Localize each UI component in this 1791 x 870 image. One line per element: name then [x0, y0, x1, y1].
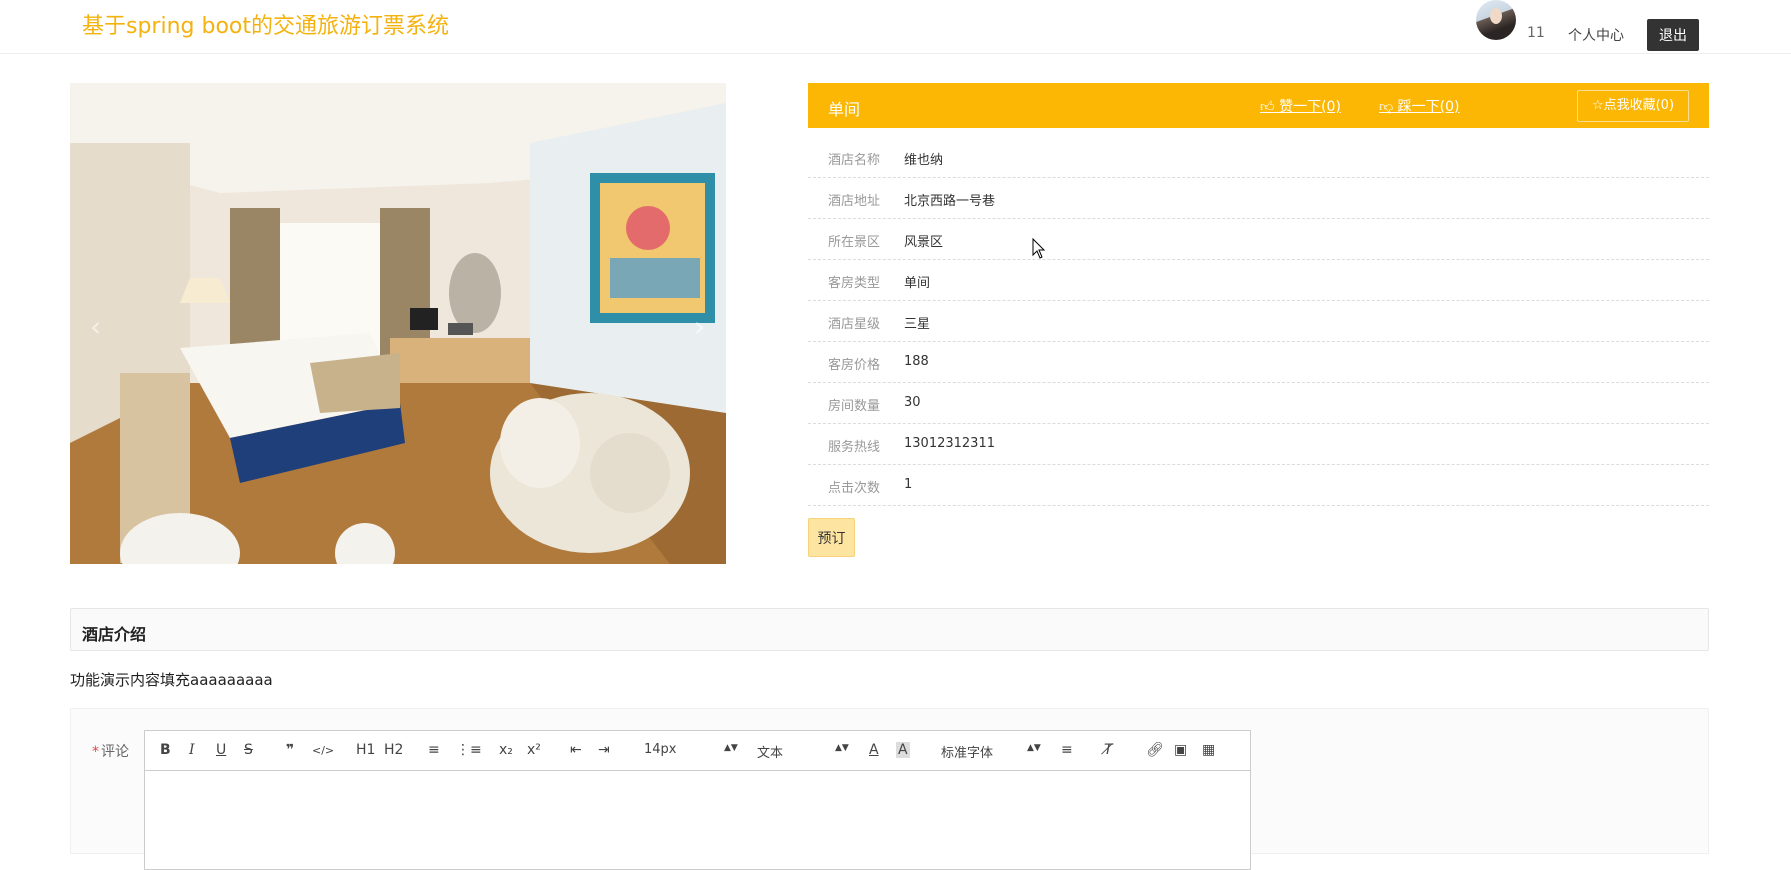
comment-label: * 评论 — [92, 741, 129, 761]
room-image-carousel[interactable] — [70, 83, 726, 564]
info-value: 单间 — [904, 276, 931, 291]
required-mark: * — [92, 744, 99, 760]
intro-content: 功能演示内容填充aaaaaaaaa — [70, 671, 273, 689]
info-label: 房间数量 — [828, 399, 881, 414]
info-value: 1 — [904, 477, 913, 492]
info-label: 客房价格 — [828, 358, 881, 373]
username: 11 — [1527, 25, 1545, 41]
video-icon[interactable]: ▦ — [1202, 742, 1215, 758]
carousel-prev-icon[interactable]: ‹ — [90, 310, 101, 343]
header-select[interactable]: 文本 ▲▼ — [757, 742, 849, 761]
info-value: 北京西路一号巷 — [904, 194, 996, 209]
info-value: 维也纳 — [904, 153, 944, 168]
info-value: 风景区 — [904, 235, 944, 250]
dislike-link[interactable]: 👎︎ 踩一下(0) — [1379, 96, 1460, 116]
image-icon[interactable]: ▣ — [1174, 742, 1187, 758]
info-value: 三星 — [904, 317, 931, 332]
header-select-value: 文本 — [757, 746, 784, 761]
heading1-button[interactable]: H1 — [356, 742, 375, 758]
like-link[interactable]: 👍︎ 赞一下(0) — [1260, 96, 1341, 116]
thumbs-up-icon: 👍︎ — [1260, 99, 1275, 115]
star-icon: ☆ — [1591, 98, 1604, 113]
font-size-value: 14px — [644, 742, 677, 757]
intro-title: 酒店介绍 — [82, 625, 147, 644]
info-value: 188 — [904, 354, 929, 369]
info-row-price: 客房价格 188 — [808, 342, 1709, 383]
intro-header: 酒店介绍 — [70, 608, 1709, 651]
avatar[interactable] — [1476, 0, 1516, 40]
info-row-click-count: 点击次数 1 — [808, 465, 1709, 506]
code-icon[interactable]: </> — [312, 744, 334, 757]
info-row-room-type: 客房类型 单间 — [808, 260, 1709, 301]
book-button[interactable]: 预订 — [808, 518, 855, 557]
dislike-label: 踩一下(0) — [1397, 99, 1460, 115]
logout-button[interactable]: 退出 — [1647, 19, 1699, 51]
ordered-list-icon[interactable]: ≡ — [428, 742, 440, 758]
bullet-list-icon[interactable]: ⋮≡ — [456, 742, 482, 758]
site-title[interactable]: 基于spring boot的交通旅游订票系统 — [82, 8, 449, 40]
info-value: 30 — [904, 395, 921, 410]
subscript-button[interactable]: x₂ — [499, 742, 513, 758]
avatar-face — [1490, 8, 1502, 24]
superscript-button[interactable]: x² — [527, 742, 541, 758]
info-label: 服务热线 — [828, 440, 881, 455]
room-title: 单间 — [828, 100, 861, 119]
select-caret-icon: ▲▼ — [724, 743, 738, 753]
info-row-hotel-name: 酒店名称 维也纳 — [808, 137, 1709, 178]
link-icon[interactable]: 🔗︎ — [1146, 742, 1164, 758]
font-color-icon[interactable]: A — [869, 742, 879, 758]
underline-button[interactable]: U — [216, 742, 226, 758]
italic-button[interactable]: I — [189, 742, 195, 758]
info-row-room-count: 房间数量 30 — [808, 383, 1709, 424]
mouse-cursor-icon — [1032, 238, 1046, 259]
editor-content-area[interactable] — [145, 772, 1250, 869]
select-caret-icon: ▲▼ — [1027, 743, 1041, 753]
comment-form: * 评论 B I U S ❞ </> H1 H2 ≡ ⋮≡ x₂ x² ⇤ ⇥ 1… — [70, 708, 1709, 870]
font-family-value: 标准字体 — [941, 746, 994, 761]
indent-icon[interactable]: ⇥ — [598, 742, 610, 758]
strikethrough-button[interactable]: S — [244, 742, 253, 758]
info-row-hotline: 服务热线 13012312311 — [808, 424, 1709, 465]
like-label: 赞一下(0) — [1279, 99, 1341, 115]
info-row-hotel-address: 酒店地址 北京西路一号巷 — [808, 178, 1709, 219]
heading2-button[interactable]: H2 — [384, 742, 403, 758]
info-label: 客房类型 — [828, 276, 881, 291]
info-label: 点击次数 — [828, 481, 881, 496]
blockquote-icon[interactable]: ❞ — [286, 742, 294, 758]
top-header: 基于spring boot的交通旅游订票系统 11 个人中心 退出 — [0, 0, 1791, 54]
font-size-select[interactable]: 14px ▲▼ — [644, 742, 738, 757]
select-caret-icon: ▲▼ — [835, 743, 849, 753]
info-label: 所在景区 — [828, 235, 881, 250]
info-value: 13012312311 — [904, 436, 995, 451]
info-label: 酒店星级 — [828, 317, 881, 332]
room-photo — [70, 83, 726, 564]
editor-toolbar: B I U S ❞ </> H1 H2 ≡ ⋮≡ x₂ x² ⇤ ⇥ 14px ▲… — [145, 731, 1250, 771]
align-left-icon[interactable]: ≡ — [1061, 742, 1073, 758]
comment-label-text: 评论 — [101, 744, 129, 760]
font-family-select[interactable]: 标准字体 ▲▼ — [941, 742, 1041, 761]
outdent-icon[interactable]: ⇤ — [570, 742, 582, 758]
rich-text-editor[interactable]: B I U S ❞ </> H1 H2 ≡ ⋮≡ x₂ x² ⇤ ⇥ 14px ▲… — [144, 730, 1251, 870]
info-label: 酒店地址 — [828, 194, 881, 209]
favorite-button[interactable]: ☆点我收藏(0) — [1577, 90, 1689, 122]
info-row-star-rating: 酒店星级 三星 — [808, 301, 1709, 342]
detail-header: 单间 👍︎ 赞一下(0) 👎︎ 踩一下(0) ☆点我收藏(0) — [808, 83, 1709, 128]
info-row-scenic-area: 所在景区 风景区 — [808, 219, 1709, 260]
carousel-next-icon[interactable]: › — [694, 310, 705, 343]
clear-format-icon[interactable]: T̸ — [1104, 742, 1113, 758]
background-color-icon[interactable]: A — [896, 742, 910, 758]
favorite-label: 点我收藏(0) — [1603, 98, 1675, 113]
user-center-link[interactable]: 个人中心 — [1568, 25, 1624, 45]
info-label: 酒店名称 — [828, 153, 881, 168]
thumbs-down-icon: 👎︎ — [1379, 99, 1394, 115]
bold-button[interactable]: B — [160, 742, 171, 758]
